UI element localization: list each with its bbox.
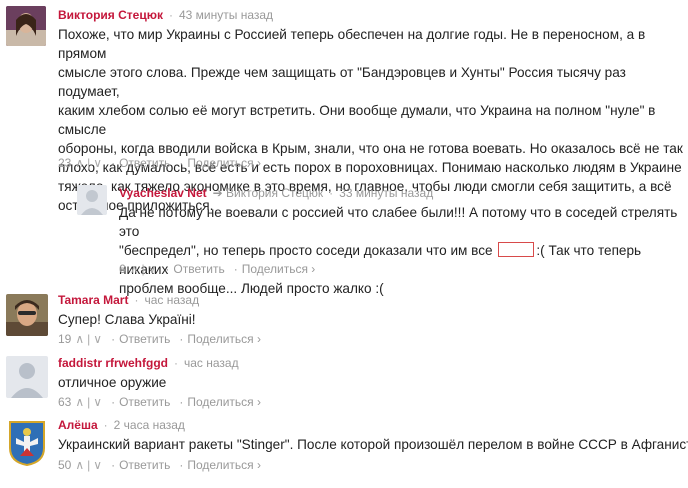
meta-separator: · xyxy=(134,293,139,307)
author-name[interactable]: Tamara Mart xyxy=(58,293,128,307)
vote-up-icon[interactable]: ∧ xyxy=(75,458,84,472)
vote-separator: | xyxy=(87,332,91,346)
comment-text: Украинский вариант ракеты "Stinger". Пос… xyxy=(58,437,688,452)
vote-down-icon[interactable]: ∨ xyxy=(93,332,102,346)
author-name[interactable]: faddistr rfrwehfggd xyxy=(58,356,168,370)
avatar[interactable] xyxy=(6,356,48,398)
action-separator: · xyxy=(179,332,184,346)
comment-line: проблем вообще... Людей просто жалко :( xyxy=(119,281,384,296)
action-separator: · xyxy=(179,395,184,409)
action-separator: · xyxy=(233,262,238,276)
comment-actions: 63 ∧ | ∨ · Ответить · Поделиться › xyxy=(58,395,261,409)
vote-count: 23 xyxy=(58,156,72,170)
coat-of-arms-icon xyxy=(6,418,48,466)
avatar[interactable] xyxy=(6,294,48,336)
avatar[interactable] xyxy=(6,418,48,466)
reply-button[interactable]: Ответить xyxy=(119,156,170,170)
reply-to-link[interactable]: ➔ Виктория Стецюк xyxy=(213,186,324,200)
vote-count: 50 xyxy=(58,458,72,472)
share-button[interactable]: Поделиться › xyxy=(187,156,261,170)
vote-down-icon[interactable]: ∨ xyxy=(93,395,102,409)
user-photo-icon xyxy=(6,6,46,46)
vote-up-icon[interactable]: ∧ xyxy=(75,156,84,170)
avatar[interactable] xyxy=(77,185,107,215)
timestamp[interactable]: 33 минуты назад xyxy=(339,186,433,200)
comment-text: отличное оружие xyxy=(58,375,167,390)
avatar[interactable] xyxy=(6,6,46,46)
author-name[interactable]: Алёша xyxy=(58,418,98,432)
default-user-icon xyxy=(6,356,48,398)
comment-fragment: "беспредел", но теперь просто соседи док… xyxy=(119,243,493,258)
vote-count: 6 xyxy=(119,262,126,276)
vote-count: 19 xyxy=(58,332,72,346)
comment-line: смысле этого слова. Прежде чем защищать … xyxy=(58,65,626,99)
vote-separator: | xyxy=(141,262,145,276)
action-separator: · xyxy=(179,458,184,472)
timestamp[interactable]: 2 часа назад xyxy=(114,418,185,432)
timestamp[interactable]: час назад xyxy=(184,356,239,370)
meta-separator: · xyxy=(174,356,178,370)
reply-button[interactable]: Ответить xyxy=(173,262,224,276)
vote-up-icon[interactable]: ∧ xyxy=(75,332,84,346)
reply-button[interactable]: Ответить xyxy=(119,458,170,472)
action-separator: · xyxy=(111,156,116,170)
vote-separator: | xyxy=(87,458,91,472)
meta-separator: · xyxy=(169,8,173,22)
vote-up-icon[interactable]: ∧ xyxy=(130,262,139,276)
action-separator: · xyxy=(111,395,116,409)
vote-separator: | xyxy=(87,156,91,170)
timestamp[interactable]: час назад xyxy=(144,293,199,307)
share-button[interactable]: Поделиться › xyxy=(187,332,261,346)
vote-separator: | xyxy=(87,395,91,409)
vote-count: 63 xyxy=(58,395,72,409)
author-name[interactable]: Vyacheslav Net xyxy=(119,186,207,200)
vote-down-icon[interactable]: ∨ xyxy=(148,262,157,276)
comment-line: Похоже, что мир Украины с Россией теперь… xyxy=(58,27,646,61)
meta-separator: · xyxy=(329,186,334,200)
share-button[interactable]: Поделиться › xyxy=(187,458,261,472)
reply-button[interactable]: Ответить xyxy=(119,395,170,409)
comment-line: каким хлебом солью её могут встретить. О… xyxy=(58,103,656,137)
timestamp[interactable]: 43 минуты назад xyxy=(179,8,273,22)
vote-down-icon[interactable]: ∨ xyxy=(93,458,102,472)
comment-text: Да не потому не воевали с россией что сл… xyxy=(119,203,684,298)
comment-text: Супер! Слава Україні! xyxy=(58,312,196,327)
censored-word-box xyxy=(498,242,535,257)
action-separator: · xyxy=(179,156,184,170)
user-photo-icon xyxy=(6,294,48,336)
share-button[interactable]: Поделиться › xyxy=(242,262,316,276)
comment-actions: 19 ∧ | ∨ · Ответить · Поделиться › xyxy=(58,332,261,346)
meta-separator: · xyxy=(103,418,108,432)
action-separator: · xyxy=(111,332,116,346)
comment-line: Да не потому не воевали с россией что сл… xyxy=(119,205,678,239)
comment-actions: 23 ∧ | ∨ · Ответить · Поделиться › xyxy=(58,156,261,170)
share-button[interactable]: Поделиться › xyxy=(187,395,261,409)
vote-up-icon[interactable]: ∧ xyxy=(75,395,84,409)
vote-down-icon[interactable]: ∨ xyxy=(93,156,102,170)
reply-button[interactable]: Ответить xyxy=(119,332,170,346)
comment-actions: 6 ∧ | ∨ · Ответить · Поделиться › xyxy=(119,262,315,276)
default-user-icon xyxy=(77,185,107,215)
author-name[interactable]: Виктория Стецюк xyxy=(58,8,163,22)
comment-actions: 50 ∧ | ∨ · Ответить · Поделиться › xyxy=(58,458,261,472)
action-separator: · xyxy=(111,458,116,472)
action-separator: · xyxy=(165,262,170,276)
